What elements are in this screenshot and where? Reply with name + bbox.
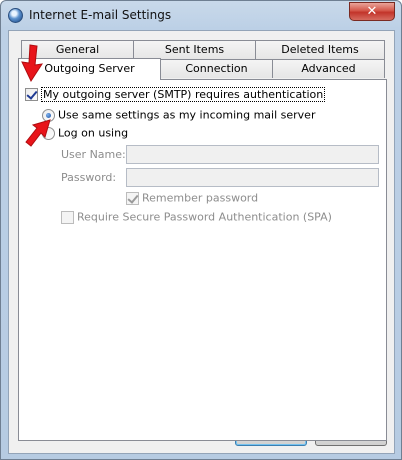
title-bar[interactable]: Internet E-mail Settings ✕ xyxy=(1,1,401,31)
spa-checkbox[interactable] xyxy=(61,210,74,224)
tab-deleted-items[interactable]: Deleted Items xyxy=(255,40,385,59)
use-same-settings-label: Use same settings as my incoming mail se… xyxy=(58,108,316,122)
spa-label: Require Secure Password Authentication (… xyxy=(77,210,332,224)
tab-sent-items[interactable]: Sent Items xyxy=(133,40,256,59)
user-name-label: User Name: xyxy=(61,148,126,161)
outgoing-server-panel: My outgoing server (SMTP) requires authe… xyxy=(18,79,387,441)
requires-auth-checkbox[interactable] xyxy=(25,87,38,101)
password-label: Password: xyxy=(61,171,117,184)
requires-auth-row[interactable]: My outgoing server (SMTP) requires authe… xyxy=(25,86,326,102)
app-globe-icon xyxy=(8,8,23,23)
tab-connection[interactable]: Connection xyxy=(160,59,273,78)
log-on-using-label: Log on using xyxy=(58,126,129,140)
dialog-window: Internet E-mail Settings ✕ General Sent … xyxy=(0,0,402,460)
remember-password-row[interactable]: Remember password xyxy=(126,191,258,205)
remember-password-checkbox[interactable] xyxy=(126,191,139,205)
annotation-arrow xyxy=(21,44,44,83)
use-same-settings-row[interactable]: Use same settings as my incoming mail se… xyxy=(42,108,315,122)
remember-password-label: Remember password xyxy=(142,191,259,205)
window-title: Internet E-mail Settings xyxy=(29,8,172,22)
spa-row[interactable]: Require Secure Password Authentication (… xyxy=(61,210,332,224)
log-on-using-row[interactable]: Log on using xyxy=(42,126,128,140)
requires-auth-label: My outgoing server (SMTP) requires authe… xyxy=(41,86,326,102)
password-field[interactable] xyxy=(126,168,379,187)
dialog-body: General Sent Items Deleted Items Outgoin… xyxy=(8,30,395,454)
annotation-arrow xyxy=(25,119,51,147)
user-name-field[interactable] xyxy=(126,145,379,164)
tab-advanced[interactable]: Advanced xyxy=(272,59,385,78)
close-button[interactable]: ✕ xyxy=(349,2,395,21)
